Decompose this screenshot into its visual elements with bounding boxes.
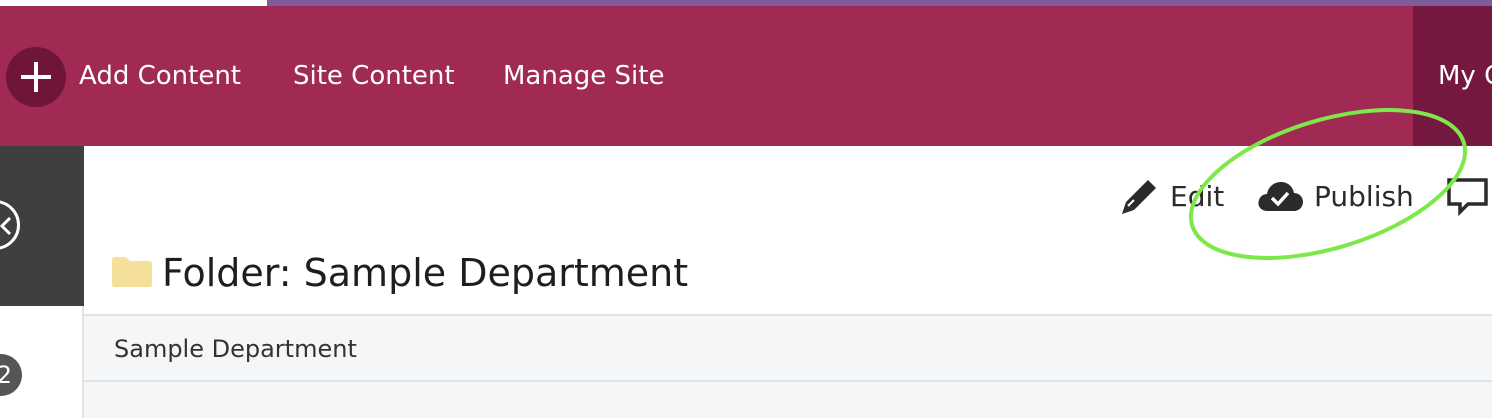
breadcrumb-item[interactable]: Sample Department [114,334,357,364]
sidebar-toggle-panel [0,146,84,306]
folder-icon [112,257,152,287]
plus-icon [21,62,51,92]
publish-button[interactable]: Publish [1256,176,1414,216]
breadcrumb: Sample Department [84,314,1492,382]
page-title: Folder: Sample Department [162,251,689,295]
nav-site-content[interactable]: Site Content [293,58,455,94]
edit-label: Edit [1170,179,1225,213]
publish-label: Publish [1314,179,1414,213]
content-area [84,382,1492,418]
my-menu-label: My C [1438,61,1492,91]
collapse-sidebar-button[interactable] [0,200,20,250]
comments-button[interactable] [1446,176,1492,216]
pencil-icon [1122,180,1156,214]
edit-button[interactable]: Edit [1120,176,1224,216]
nav-manage-site[interactable]: Manage Site [503,58,664,94]
top-navigation-bar: Add Content Site Content Manage Site My … [0,6,1492,146]
comment-icon [1447,178,1488,216]
my-menu[interactable]: My C [1413,6,1492,146]
add-content-button[interactable] [6,47,66,107]
nav-add-content[interactable]: Add Content [79,58,241,94]
chevron-left-icon [0,216,12,236]
cloud-check-icon [1258,182,1303,211]
